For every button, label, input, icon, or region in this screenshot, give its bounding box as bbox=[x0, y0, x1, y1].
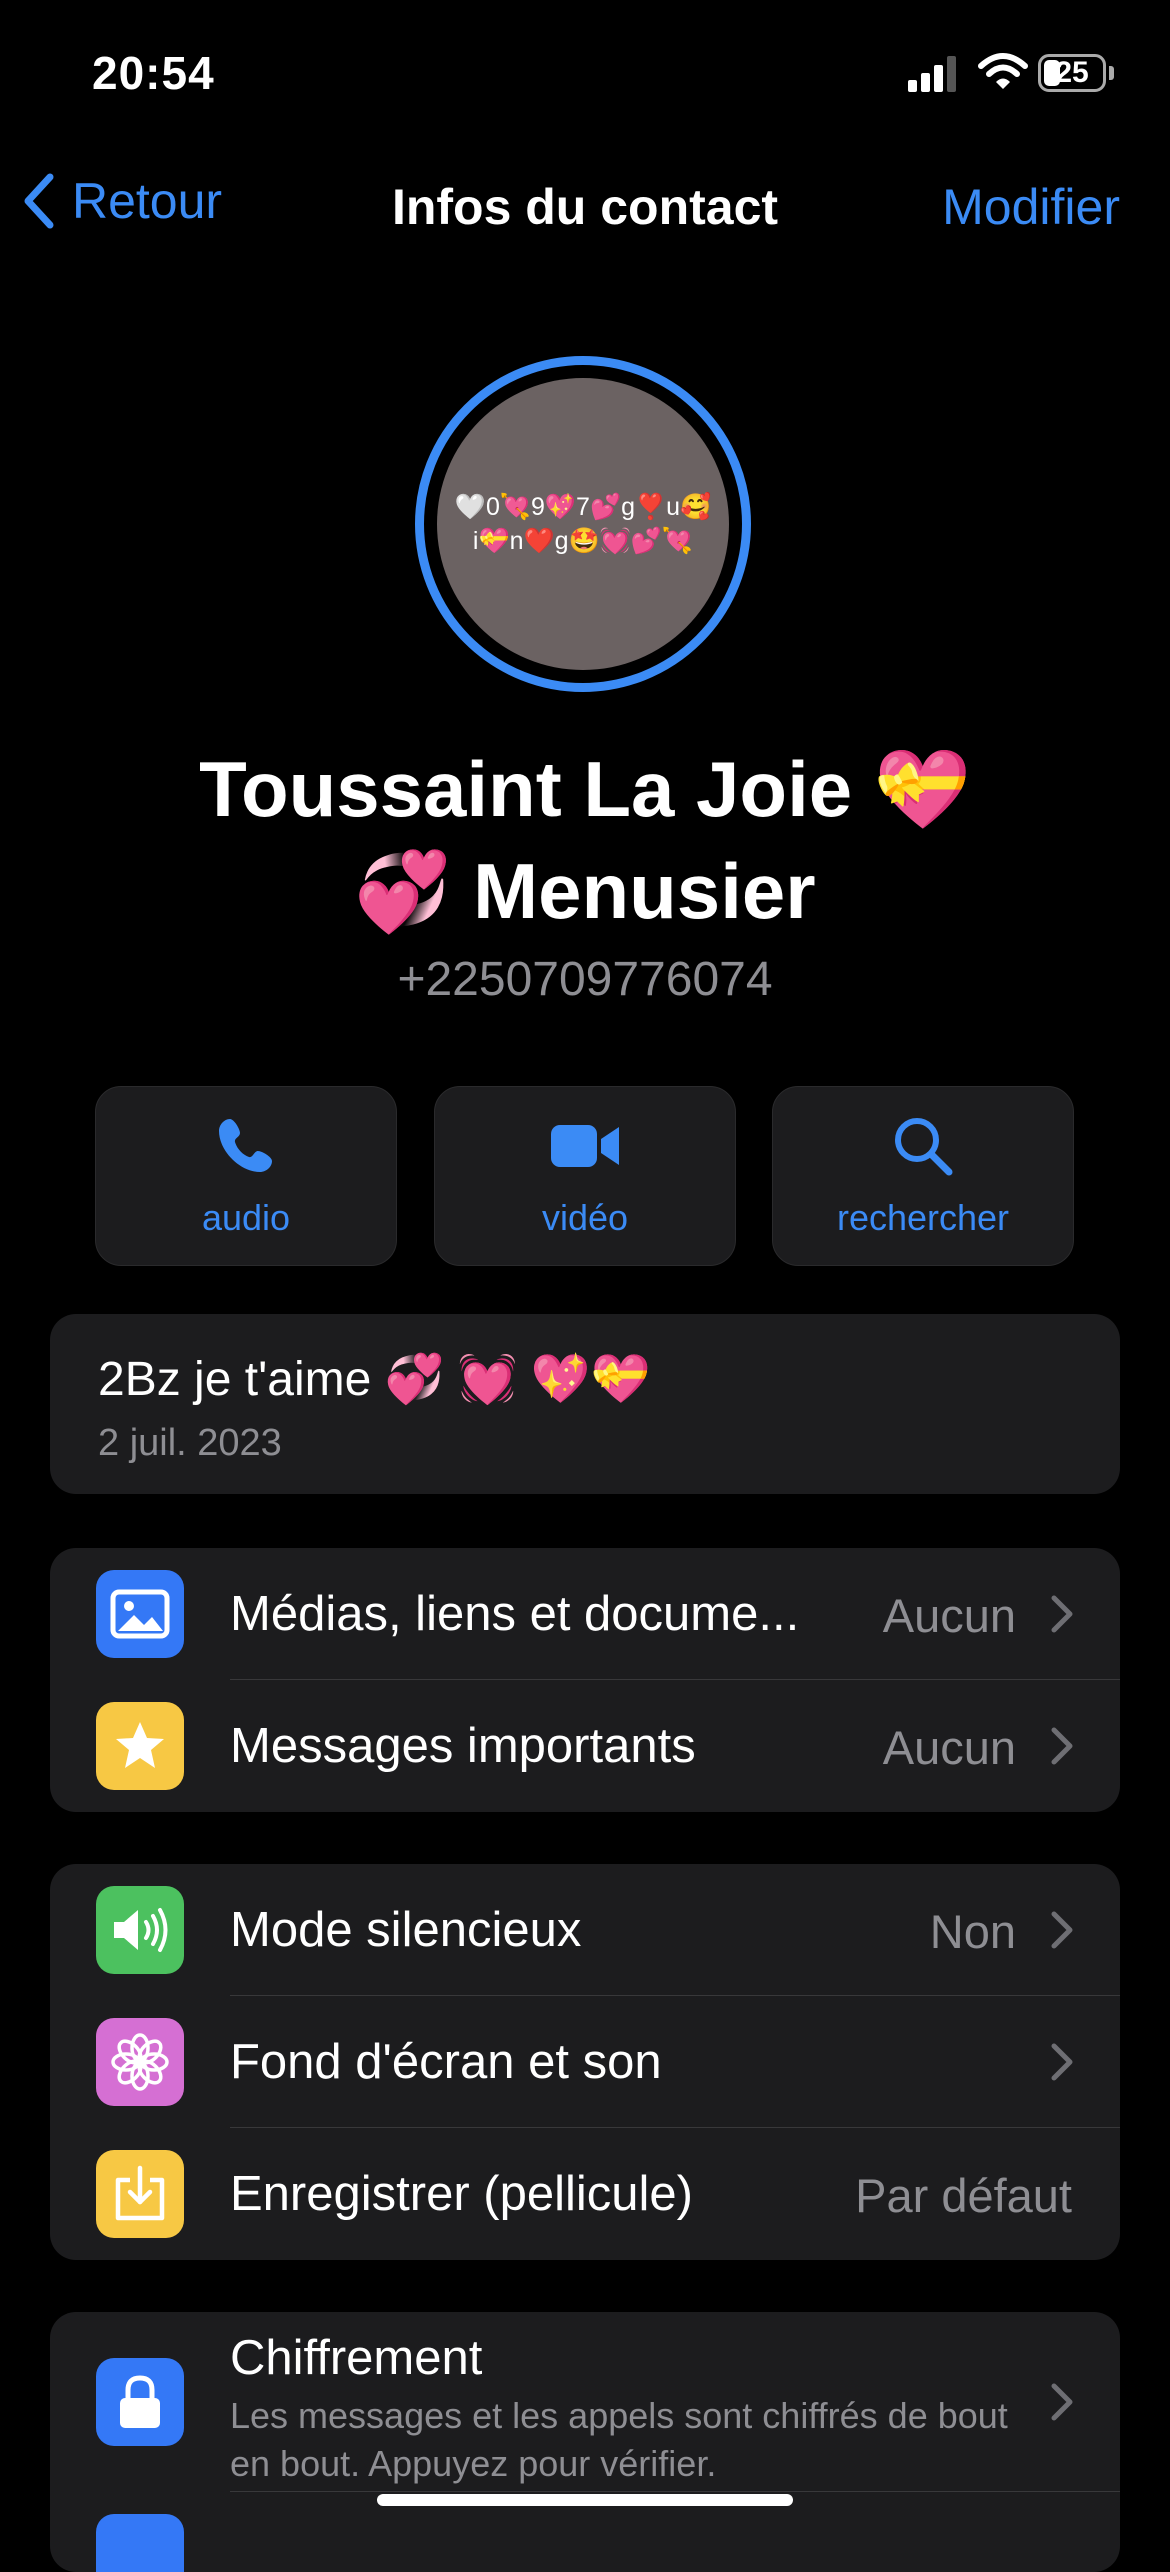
row-label: Fond d'écran et son bbox=[230, 2035, 662, 2089]
partial-row-icon bbox=[96, 2514, 184, 2572]
mute-row[interactable]: Mode silencieux Non bbox=[50, 1864, 1120, 1996]
back-label: Retour bbox=[72, 173, 223, 229]
search-icon bbox=[895, 1118, 953, 1176]
video-icon bbox=[551, 1125, 619, 1167]
encryption-row[interactable]: Chiffrement Les messages et les appels s… bbox=[50, 2312, 1120, 2492]
chevron-right-icon bbox=[1051, 1911, 1073, 1949]
video-call-button[interactable]: vidéo bbox=[434, 1086, 736, 1266]
about-date: 2 juil. 2023 bbox=[98, 1422, 282, 1464]
row-label: Chiffrement bbox=[230, 2331, 483, 2385]
chevron-right-icon bbox=[1051, 1595, 1073, 1633]
security-group: Chiffrement Les messages et les appels s… bbox=[50, 2312, 1120, 2572]
photo-icon bbox=[96, 1570, 184, 1658]
row-value: Aucun bbox=[882, 1721, 1016, 1774]
save-to-camera-roll-row[interactable]: Enregistrer (pellicule) Par défaut bbox=[50, 2128, 1120, 2260]
contact-phone[interactable]: +2250709776074 bbox=[0, 952, 1170, 1007]
media-links-docs-row[interactable]: Médias, liens et docume... Aucun bbox=[50, 1548, 1120, 1680]
row-label: Messages importants bbox=[230, 1719, 696, 1773]
audio-label: audio bbox=[201, 1197, 291, 1238]
contact-name: Toussaint La Joie 💝 💞 Menusier bbox=[100, 738, 1070, 942]
status-time: 20:54 bbox=[92, 47, 215, 99]
signal-icon bbox=[908, 56, 956, 92]
row-label: Mode silencieux bbox=[230, 1903, 582, 1957]
chevron-left-icon bbox=[24, 173, 54, 229]
download-icon bbox=[96, 2150, 184, 2238]
search-label: rechercher bbox=[836, 1197, 1010, 1238]
row-label: Médias, liens et docume... bbox=[230, 1587, 800, 1641]
search-button[interactable]: rechercher bbox=[772, 1086, 1074, 1266]
starred-messages-row[interactable]: Messages importants Aucun bbox=[50, 1680, 1120, 1812]
wifi-icon bbox=[978, 53, 1028, 89]
edit-button[interactable]: Modifier bbox=[942, 178, 1120, 236]
contact-name-line1: Toussaint La Joie 💝 bbox=[199, 745, 971, 833]
wallpaper-sound-row[interactable]: Fond d'écran et son bbox=[50, 1996, 1120, 2128]
chevron-right-icon bbox=[1051, 1727, 1073, 1765]
about-status: 2Bz je t'aime 💞 💓 💖💝 bbox=[98, 1353, 651, 1406]
battery-level: 25 bbox=[1055, 56, 1089, 89]
row-value: Par défaut bbox=[855, 2169, 1072, 2222]
chevron-right-icon bbox=[1051, 2383, 1073, 2421]
battery-indicator: 25 bbox=[1038, 54, 1114, 92]
row-subtitle: Les messages et les appels sont chiffrés… bbox=[230, 2395, 1008, 2484]
back-button[interactable]: Retour bbox=[24, 172, 222, 230]
row-value: Non bbox=[929, 1905, 1016, 1958]
video-label: vidéo bbox=[541, 1197, 629, 1238]
contact-name-line2: 💞 Menusier bbox=[354, 847, 816, 935]
home-indicator bbox=[377, 2494, 793, 2506]
avatar-image: 🤍0💘9💖7💕g❣️u🥰i💝n❤️g🤩💓💕💘 bbox=[437, 378, 729, 670]
avatar[interactable]: 🤍0💘9💖7💕g❣️u🥰i💝n❤️g🤩💓💕💘 bbox=[415, 356, 751, 692]
row-label: Enregistrer (pellicule) bbox=[230, 2167, 693, 2221]
media-settings-group: Médias, liens et docume... Aucun Message… bbox=[50, 1548, 1120, 1812]
chevron-right-icon bbox=[1051, 2043, 1073, 2081]
avatar-text: 🤍0💘9💖7💕g❣️u🥰i💝n❤️g🤩💓💕💘 bbox=[454, 493, 712, 555]
about-card[interactable]: 2Bz je t'aime 💞 💓 💖💝 2 juil. 2023 bbox=[50, 1314, 1120, 1494]
row-value: Aucun bbox=[882, 1589, 1016, 1642]
star-icon bbox=[96, 1702, 184, 1790]
audio-call-button[interactable]: audio bbox=[95, 1086, 397, 1266]
notification-settings-group: Mode silencieux Non Fond d'écran et son bbox=[50, 1864, 1120, 2260]
speaker-icon bbox=[96, 1886, 184, 1974]
flower-icon bbox=[96, 2018, 184, 2106]
phone-icon bbox=[219, 1119, 272, 1172]
lock-icon bbox=[96, 2358, 184, 2446]
